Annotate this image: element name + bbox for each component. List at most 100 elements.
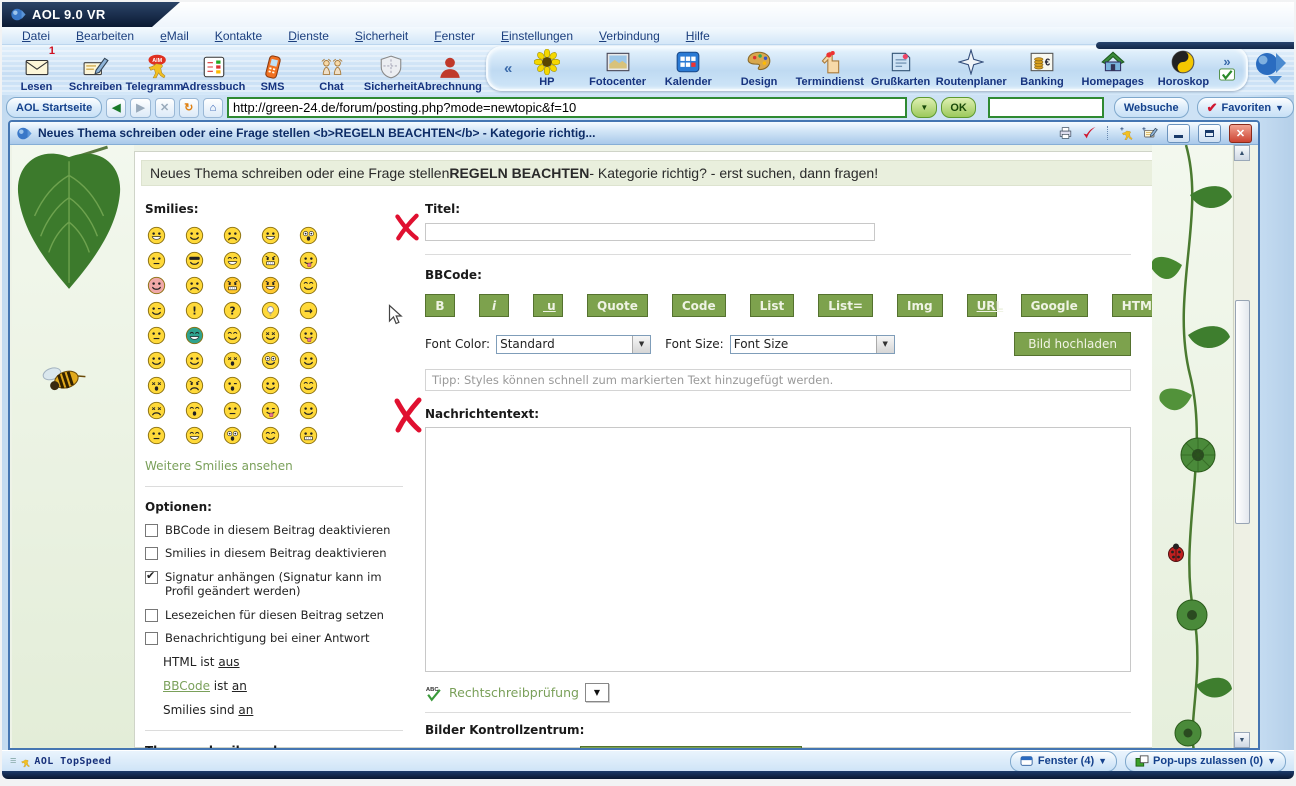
toolbar-item[interactable]: Homepages	[1084, 49, 1141, 88]
smiley-lol-icon[interactable]	[223, 251, 242, 270]
smiley-happy-icon[interactable]	[261, 376, 280, 395]
upload-images-button[interactable]: Bilder hochladen	[580, 746, 802, 748]
popups-button[interactable]: Pop-ups zulassen (0) ▼	[1125, 751, 1286, 772]
bbcode-button[interactable]: Code	[672, 294, 726, 317]
smiley-eek-icon[interactable]	[299, 226, 318, 245]
smiley-shh-icon[interactable]	[223, 401, 242, 420]
smiley-grin-icon[interactable]	[147, 226, 166, 245]
toolbar-item[interactable]: Grußkarten	[872, 49, 929, 88]
smiley-angry-icon[interactable]	[185, 376, 204, 395]
smiley-rolleyes-icon[interactable]	[299, 276, 318, 295]
message-textarea[interactable]	[425, 427, 1131, 672]
toolbar-item[interactable]: Fotocenter	[589, 49, 646, 88]
menu-item[interactable]: Dienste	[288, 29, 329, 43]
menu-item[interactable]: eMail	[160, 29, 189, 43]
smiley-sneeze-icon[interactable]	[147, 376, 166, 395]
smiley-silly-icon[interactable]	[261, 401, 280, 420]
toolbar-item[interactable]: Termindienst	[801, 49, 858, 88]
toolbar-item[interactable]: Horoskop	[1155, 49, 1212, 88]
smiley-smirk-icon[interactable]	[299, 351, 318, 370]
smiley-clown-icon[interactable]	[261, 426, 280, 445]
option-row[interactable]: Smilies in diesem Beitrag deaktivieren	[145, 546, 403, 560]
vertical-scrollbar[interactable]: ▲ ▼	[1233, 145, 1250, 748]
smiley-question-icon[interactable]: ?	[223, 301, 242, 320]
scroll-down-button[interactable]: ▼	[1234, 732, 1250, 748]
back-button[interactable]: ◀	[106, 98, 126, 118]
menu-item[interactable]: Sicherheit	[355, 29, 408, 43]
checkbox[interactable]	[145, 547, 158, 560]
toolbar-item[interactable]: Kalender	[660, 49, 717, 88]
smiley-drunk-icon[interactable]	[185, 401, 204, 420]
close-button[interactable]: ✕	[1229, 124, 1252, 143]
smiley-tongue-icon[interactable]	[299, 326, 318, 345]
smiley-mrgreen-icon[interactable]	[185, 326, 204, 345]
smiley-gasp-icon[interactable]	[223, 426, 242, 445]
toolbar-item[interactable]: Sicherheit	[362, 47, 419, 93]
forward-button[interactable]: ▶	[130, 98, 150, 118]
smiley-idea-icon[interactable]	[261, 301, 280, 320]
option-row[interactable]: BBCode in diesem Beitrag deaktivieren	[145, 523, 403, 537]
spellcheck-dropdown-button[interactable]: ▼	[585, 683, 609, 702]
aol-logo[interactable]	[1250, 48, 1292, 88]
font-color-select[interactable]: Standard▼	[496, 335, 651, 354]
font-size-select[interactable]: Font Size▼	[730, 335, 895, 354]
toolbar-item[interactable]: Design	[731, 49, 788, 88]
menu-item[interactable]: Verbindung	[599, 29, 660, 43]
menu-item[interactable]: Datei	[22, 29, 50, 43]
smiley-liar-icon[interactable]	[147, 351, 166, 370]
smiley-arrow-icon[interactable]: →	[299, 301, 318, 320]
reload-button[interactable]: ↻	[179, 98, 199, 118]
search-input[interactable]	[988, 97, 1104, 118]
checkbox[interactable]	[145, 632, 158, 645]
smilies-status-link[interactable]: an	[238, 703, 253, 717]
toolbar-item[interactable]: Schreiben	[67, 47, 124, 93]
menu-item[interactable]: Hilfe	[686, 29, 710, 43]
bbcode-button[interactable]: List=	[818, 294, 873, 317]
favorite-heart-icon[interactable]	[1080, 125, 1098, 141]
smiley-smile-icon[interactable]	[185, 226, 204, 245]
smiley-giggle-icon[interactable]	[223, 326, 242, 345]
toolbar-item[interactable]: Adressbuch	[185, 47, 242, 93]
bbcode-button[interactable]: u	[533, 294, 563, 317]
smiley-cry-icon[interactable]	[185, 276, 204, 295]
smiley-zip-icon[interactable]	[147, 426, 166, 445]
bbcode-button[interactable]: Img	[897, 294, 943, 317]
url-dropdown-button[interactable]: ▼	[911, 97, 937, 118]
option-row[interactable]: ✔ Signatur anhängen (Signatur kann im Pr…	[145, 570, 403, 599]
write-mail-icon[interactable]: +	[1141, 125, 1159, 141]
smiley-neutral-icon[interactable]	[147, 326, 166, 345]
bbcode-button[interactable]: i	[479, 294, 509, 317]
smiley-oops-icon[interactable]	[261, 351, 280, 370]
bbcode-button[interactable]: B	[425, 294, 455, 317]
smiley-cool-icon[interactable]	[185, 251, 204, 270]
bbcode-button[interactable]: List	[750, 294, 795, 317]
scrollbar-thumb[interactable]	[1235, 300, 1250, 524]
toolbar-item[interactable]: Routenplaner	[943, 49, 1000, 88]
smiley-rofl-icon[interactable]	[185, 426, 204, 445]
smiley-bigteeth-icon[interactable]	[299, 426, 318, 445]
windows-button[interactable]: Fenster (4) ▼	[1010, 751, 1117, 772]
smiley-bigsmile-icon[interactable]	[261, 226, 280, 245]
toolbar-item[interactable]: AIM Telegramm	[126, 47, 183, 93]
more-smilies-link[interactable]: Weitere Smilies ansehen	[145, 459, 403, 473]
smiley-exclaim-icon[interactable]: !	[185, 301, 204, 320]
spellcheck-link[interactable]: Rechtschreibprüfung	[449, 685, 579, 700]
checkbox[interactable]	[145, 524, 158, 537]
smiley-evil-icon[interactable]	[223, 276, 242, 295]
bbcode-link[interactable]: BBCode	[163, 679, 210, 693]
home-button[interactable]: ⌂	[203, 98, 223, 118]
toolbar-item[interactable]: 1 Lesen	[8, 47, 65, 93]
bbcode-button[interactable]: URL	[967, 294, 997, 317]
smiley-barf-icon[interactable]	[147, 401, 166, 420]
smiley-sick-icon[interactable]	[223, 351, 242, 370]
smiley-doh-icon[interactable]	[261, 326, 280, 345]
checkbox[interactable]	[145, 609, 158, 622]
url-input[interactable]	[227, 97, 907, 118]
checkbox[interactable]: ✔	[145, 571, 158, 584]
toolbar-item[interactable]: HP	[518, 49, 575, 88]
menu-item[interactable]: Bearbeiten	[76, 29, 134, 43]
bbcode-button[interactable]: Quote	[587, 294, 648, 317]
smiley-twisted-icon[interactable]	[261, 276, 280, 295]
smiley-redface-icon[interactable]	[147, 276, 166, 295]
aol-home-button[interactable]: AOL Startseite	[6, 97, 102, 118]
